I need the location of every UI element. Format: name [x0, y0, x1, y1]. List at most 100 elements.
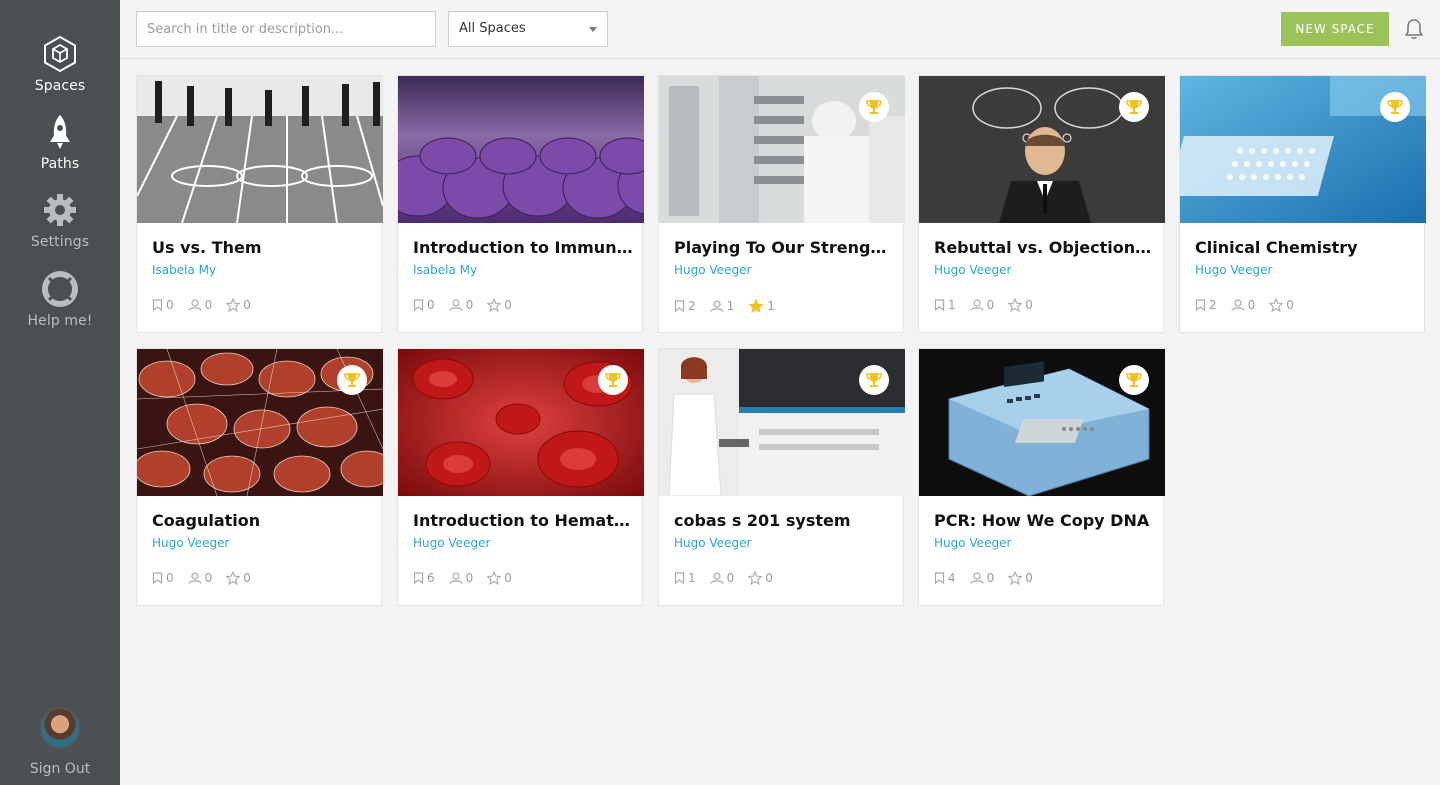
bookmark-icon	[413, 299, 424, 311]
user-icon	[1231, 299, 1245, 311]
bell-icon[interactable]	[1404, 18, 1424, 40]
trophy-icon	[1126, 100, 1142, 114]
space-card[interactable]: Rebuttal vs. Objection Handling Hugo Vee…	[918, 75, 1165, 333]
space-thumbnail	[659, 76, 905, 223]
spaces-filter-select[interactable]: All Spaces	[448, 11, 608, 47]
star-count-value: 0	[765, 571, 773, 585]
search-input[interactable]	[136, 11, 436, 47]
sidebar-item-help[interactable]: Help me!	[0, 269, 120, 329]
sign-out-link[interactable]: Sign Out	[0, 761, 120, 777]
space-card[interactable]: PCR: How We Copy DNA Hugo Veeger 4 0 0	[918, 348, 1165, 606]
new-space-button[interactable]: NEW SPACE	[1281, 12, 1389, 46]
space-title[interactable]: Us vs. Them	[152, 238, 372, 257]
space-stats: 2 0 0	[1195, 298, 1308, 312]
space-author[interactable]: Hugo Veeger	[413, 536, 490, 550]
space-author[interactable]: Hugo Veeger	[152, 536, 229, 550]
star-outline-icon	[226, 571, 241, 585]
space-title[interactable]: Clinical Chemistry	[1195, 238, 1415, 257]
bookmark-count-value: 2	[1209, 298, 1217, 312]
rocket-icon	[50, 115, 70, 149]
space-card[interactable]: Coagulation Hugo Veeger 0 0 0	[136, 348, 383, 606]
hexagon-cube-icon	[44, 35, 76, 73]
space-thumbnail	[659, 349, 905, 496]
space-stats: 0 0 0	[152, 298, 265, 312]
avatar[interactable]	[39, 707, 81, 749]
star-outline-icon	[1008, 298, 1023, 312]
space-title[interactable]: Playing To Our Strengths	[674, 238, 894, 257]
user-icon	[970, 299, 984, 311]
star-count-value: 0	[1025, 298, 1033, 312]
bookmark-icon	[674, 300, 685, 312]
trophy-badge	[337, 365, 367, 395]
space-title[interactable]: cobas s 201 system	[674, 511, 894, 530]
star-count[interactable]: 0	[748, 571, 773, 585]
space-thumbnail	[398, 76, 644, 223]
space-card[interactable]: Introduction to Hematology Hugo Veeger 6…	[397, 348, 644, 606]
user-count: 0	[1231, 298, 1255, 312]
bookmark-count-value: 2	[688, 299, 696, 313]
star-outline-icon	[1269, 298, 1284, 312]
space-title[interactable]: Rebuttal vs. Objection Handling	[934, 238, 1154, 257]
space-title[interactable]: Coagulation	[152, 511, 372, 530]
space-card[interactable]: Introduction to Immunology Isabela My 0 …	[397, 75, 644, 333]
star-outline-icon	[487, 298, 502, 312]
user-count-value: 0	[465, 571, 474, 585]
space-author[interactable]: Hugo Veeger	[674, 536, 751, 550]
trophy-badge	[859, 92, 889, 122]
sidebar-item-paths[interactable]: Paths	[0, 112, 120, 172]
user-icon	[710, 572, 724, 584]
space-stats: 0 0 0	[152, 571, 265, 585]
user-count: 0	[449, 571, 474, 585]
space-author[interactable]: Hugo Veeger	[1195, 263, 1272, 277]
bookmark-count: 0	[413, 298, 435, 312]
user-count-value: 0	[986, 298, 995, 312]
user-count-value: 0	[204, 571, 213, 585]
space-title[interactable]: Introduction to Hematology	[413, 511, 633, 530]
user-icon	[449, 299, 463, 311]
space-thumbnail	[137, 349, 383, 496]
star-count[interactable]: 0	[1269, 298, 1294, 312]
trophy-icon	[1387, 100, 1403, 114]
space-author[interactable]: Hugo Veeger	[674, 263, 751, 277]
star-count-value: 0	[243, 571, 251, 585]
space-stats: 2 1 1	[674, 298, 789, 314]
star-count-value: 1	[767, 299, 775, 313]
space-stats: 0 0 0	[413, 298, 526, 312]
space-thumbnail	[398, 349, 644, 496]
sidebar-item-label: Settings	[30, 234, 90, 250]
bookmark-count-value: 1	[688, 571, 696, 585]
star-count-value: 0	[1286, 298, 1294, 312]
space-card[interactable]: Us vs. Them Isabela My 0 0 0	[136, 75, 383, 333]
bookmark-icon	[934, 572, 945, 584]
bookmark-count-value: 0	[166, 571, 174, 585]
sidebar-item-settings[interactable]: Settings	[0, 190, 120, 250]
trophy-badge	[859, 365, 889, 395]
space-card[interactable]: cobas s 201 system Hugo Veeger 1 0 0	[658, 348, 905, 606]
space-title[interactable]: Introduction to Immunology	[413, 238, 633, 257]
star-count[interactable]: 0	[1008, 298, 1033, 312]
space-card[interactable]: Playing To Our Strengths Hugo Veeger 2 1…	[658, 75, 905, 333]
star-count[interactable]: 0	[226, 571, 251, 585]
space-card[interactable]: Clinical Chemistry Hugo Veeger 2 0 0	[1179, 75, 1426, 333]
user-icon	[710, 300, 724, 312]
space-author[interactable]: Hugo Veeger	[934, 263, 1011, 277]
space-author[interactable]: Isabela My	[413, 263, 477, 277]
space-author[interactable]: Hugo Veeger	[934, 536, 1011, 550]
bookmark-count-value: 4	[948, 571, 956, 585]
trophy-icon	[866, 373, 882, 387]
user-count: 1	[710, 299, 734, 313]
space-title[interactable]: PCR: How We Copy DNA	[934, 511, 1154, 530]
star-count[interactable]: 0	[487, 298, 512, 312]
bookmark-count-value: 6	[427, 571, 435, 585]
star-count[interactable]: 0	[226, 298, 251, 312]
star-count[interactable]: 0	[487, 571, 512, 585]
bookmark-count: 1	[674, 571, 696, 585]
star-count[interactable]: 0	[1008, 571, 1033, 585]
user-count-value: 0	[986, 571, 995, 585]
sidebar-item-spaces[interactable]: Spaces	[0, 34, 120, 94]
space-author[interactable]: Isabela My	[152, 263, 216, 277]
star-count[interactable]: 1	[748, 298, 775, 314]
bookmark-count: 0	[152, 571, 174, 585]
trophy-badge	[1380, 92, 1410, 122]
user-count-value: 0	[204, 298, 213, 312]
